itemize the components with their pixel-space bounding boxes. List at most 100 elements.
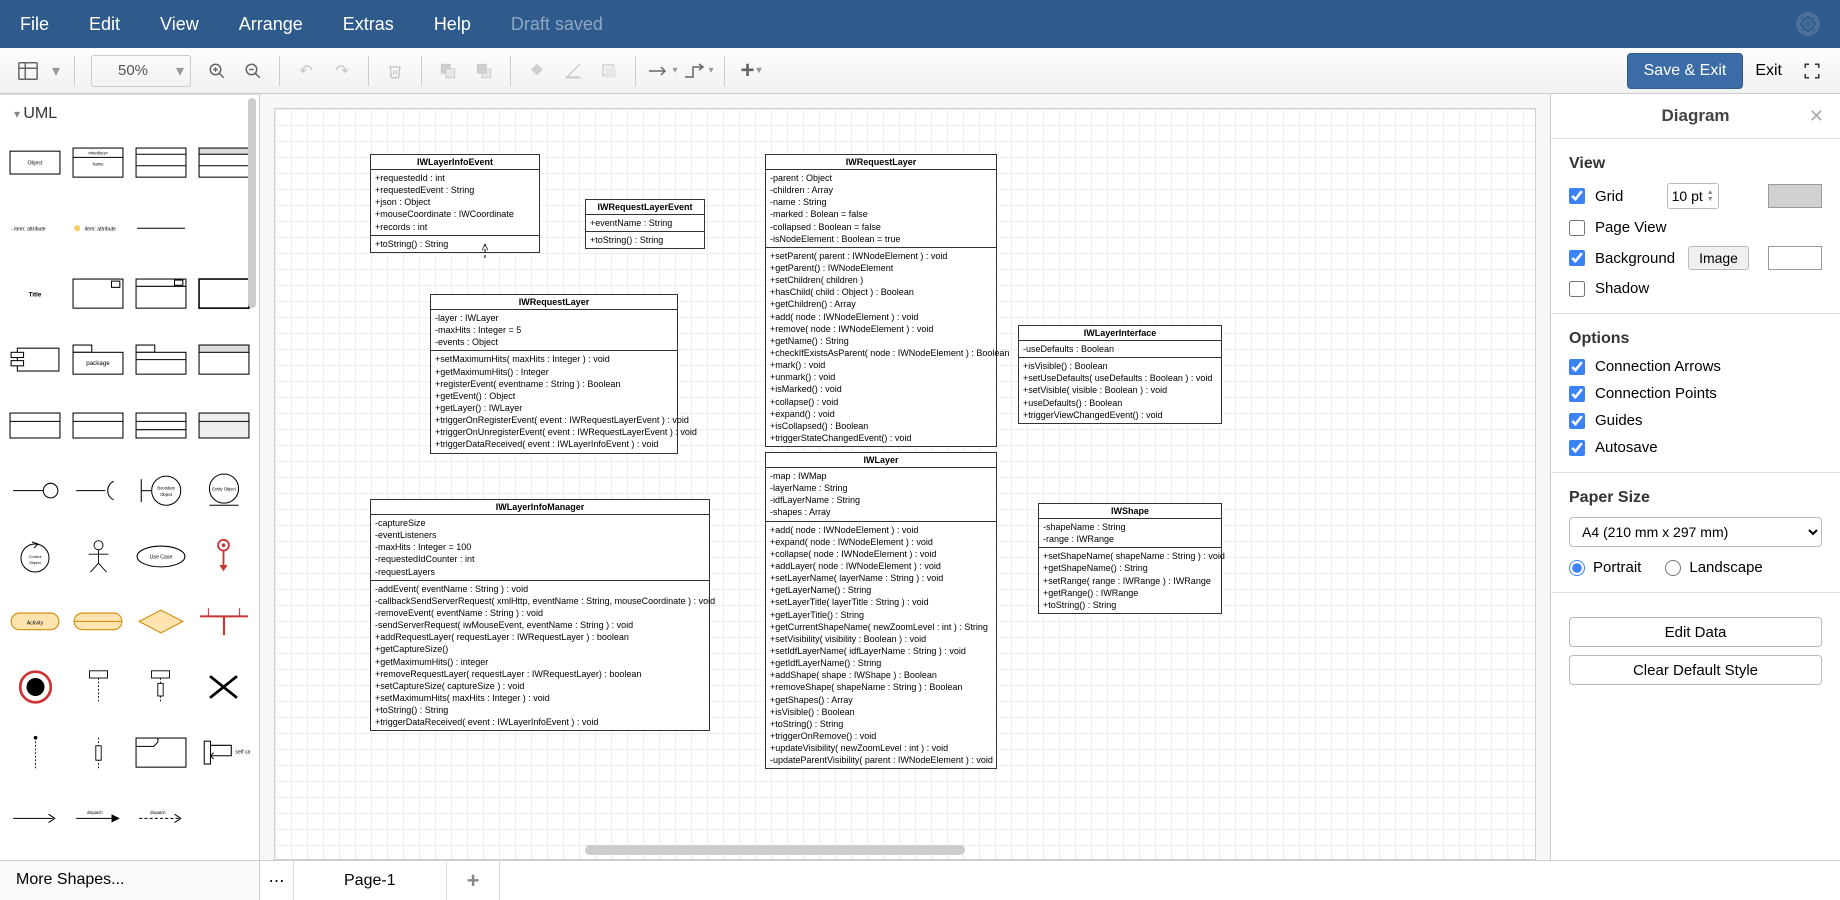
shape-start[interactable] <box>194 536 253 576</box>
tab-menu-icon[interactable]: ⋯ <box>260 861 294 900</box>
more-shapes-button[interactable]: More Shapes... <box>0 861 260 900</box>
shape-class-b1[interactable] <box>6 405 65 445</box>
menu-arrange[interactable]: Arrange <box>239 14 303 35</box>
shape-entity[interactable]: Entity Object <box>194 471 253 511</box>
exit-button[interactable]: Exit <box>1755 62 1782 80</box>
shape-category-uml[interactable]: UML <box>0 94 259 133</box>
shape-module[interactable] <box>6 340 65 380</box>
shape-selfcall[interactable]: self call <box>194 733 253 773</box>
shape-interface[interactable]: «interface»Name <box>69 143 128 183</box>
landscape-radio[interactable] <box>1665 560 1681 576</box>
shape-object[interactable]: Object <box>6 143 65 183</box>
shape-fork[interactable] <box>194 602 253 642</box>
shape-item-attr-2[interactable]: item: attribute <box>69 209 128 249</box>
settings-icon[interactable] <box>1796 12 1820 36</box>
delete-icon[interactable] <box>377 53 413 89</box>
save-exit-button[interactable]: Save & Exit <box>1627 53 1744 89</box>
portrait-radio[interactable] <box>1569 560 1585 576</box>
zoom-level[interactable]: 50% ▾ <box>91 55 191 87</box>
to-front-icon[interactable] <box>430 53 466 89</box>
add-page-button[interactable]: + <box>447 861 501 900</box>
undo-icon[interactable]: ↶ <box>288 53 324 89</box>
clear-style-button[interactable]: Clear Default Style <box>1569 655 1822 685</box>
grid-checkbox[interactable] <box>1569 188 1585 204</box>
shape-component-1[interactable] <box>69 274 128 314</box>
sidebar-dropdown-icon[interactable]: ▾ <box>46 53 66 89</box>
shape-dispatch-4[interactable] <box>194 798 253 838</box>
sidebar-scrollbar[interactable] <box>248 98 256 308</box>
uml-layer-info-manager[interactable]: IWLayerInfoManager -captureSize-eventLis… <box>370 499 710 731</box>
connection-icon[interactable]: ▾ <box>644 53 680 89</box>
fullscreen-icon[interactable] <box>1794 53 1830 89</box>
add-icon[interactable]: +▾ <box>733 53 769 89</box>
uml-request-layer-event[interactable]: IWRequestLayerEvent +eventName : String … <box>585 199 705 249</box>
waypoint-icon[interactable]: ▾ <box>680 53 716 89</box>
image-button[interactable]: Image <box>1688 246 1749 270</box>
shape-pkg-2[interactable] <box>132 340 191 380</box>
menu-file[interactable]: File <box>20 14 49 35</box>
shape-class-3[interactable] <box>132 143 191 183</box>
shape-class-4[interactable] <box>194 143 253 183</box>
canvas-h-scrollbar[interactable] <box>585 845 965 855</box>
shape-note2[interactable] <box>194 340 253 380</box>
shape-usecase[interactable]: Use Case <box>132 536 191 576</box>
grid-size-input[interactable]: 10 pt▲▼ <box>1667 183 1719 209</box>
shape-dispatch-3[interactable]: dispatch <box>132 798 191 838</box>
zoom-in-icon[interactable] <box>199 53 235 89</box>
shape-title[interactable]: Title <box>6 274 65 314</box>
shadow-icon[interactable] <box>591 53 627 89</box>
shape-frame-2[interactable] <box>132 733 191 773</box>
zoom-out-icon[interactable] <box>235 53 271 89</box>
guides-checkbox[interactable] <box>1569 413 1585 429</box>
shape-decision[interactable] <box>132 602 191 642</box>
shape-lifeline-1[interactable] <box>69 667 128 707</box>
grid-color-swatch[interactable] <box>1768 184 1822 208</box>
shape-msg-1[interactable] <box>6 733 65 773</box>
tab-page-1[interactable]: Page-1 <box>294 861 447 900</box>
uml-shape[interactable]: IWShape -shapeName : String-range : IWRa… <box>1038 503 1222 614</box>
fill-color-icon[interactable] <box>519 53 555 89</box>
shape-state[interactable] <box>69 602 128 642</box>
redo-icon[interactable]: ↷ <box>324 53 360 89</box>
uml-layer[interactable]: IWLayer -map : IWMap-layerName : String-… <box>765 452 997 769</box>
shape-destroy[interactable] <box>194 667 253 707</box>
background-checkbox[interactable] <box>1569 250 1585 266</box>
shape-class-b2[interactable] <box>69 405 128 445</box>
uml-layer-interface[interactable]: IWLayerInterface -useDefaults : Boolean … <box>1018 325 1222 424</box>
line-color-icon[interactable] <box>555 53 591 89</box>
shape-socket[interactable] <box>69 471 128 511</box>
uml-layer-info-event[interactable]: IWLayerInfoEvent +requestedId : int+requ… <box>370 154 540 253</box>
shape-lifeline-2[interactable] <box>132 667 191 707</box>
shape-boundary[interactable]: BoundaryObject <box>132 471 191 511</box>
pageview-checkbox[interactable] <box>1569 220 1585 236</box>
shape-item-attr[interactable]: - item: attribute <box>6 209 65 249</box>
canvas[interactable]: IWLayerInfoEvent +requestedId : int+requ… <box>260 94 1550 860</box>
shape-component-2[interactable] <box>132 274 191 314</box>
edit-data-button[interactable]: Edit Data <box>1569 617 1822 647</box>
background-color-swatch[interactable] <box>1768 246 1822 270</box>
autosave-checkbox[interactable] <box>1569 440 1585 456</box>
shape-dispatch-1[interactable] <box>6 798 65 838</box>
shape-activity[interactable]: Activity <box>6 602 65 642</box>
shape-msg-2[interactable] <box>69 733 128 773</box>
menu-extras[interactable]: Extras <box>343 14 394 35</box>
uml-request-layer[interactable]: IWRequestLayer -layer : IWLayer-maxHits … <box>430 294 678 454</box>
uml-request-layer-node[interactable]: IWRequestLayer -parent : Object-children… <box>765 154 997 447</box>
sidebar-toggle-icon[interactable] <box>10 53 46 89</box>
shape-actor[interactable] <box>69 536 128 576</box>
shadow-checkbox[interactable] <box>1569 281 1585 297</box>
shape-frame[interactable] <box>194 274 253 314</box>
menu-view[interactable]: View <box>160 14 199 35</box>
menu-edit[interactable]: Edit <box>89 14 120 35</box>
conn-points-checkbox[interactable] <box>1569 386 1585 402</box>
conn-arrows-checkbox[interactable] <box>1569 359 1585 375</box>
shape-empty[interactable] <box>194 209 253 249</box>
to-back-icon[interactable] <box>466 53 502 89</box>
shape-class-b3[interactable] <box>132 405 191 445</box>
close-icon[interactable]: ✕ <box>1809 106 1824 127</box>
shape-class-b4[interactable] <box>194 405 253 445</box>
shape-divider[interactable] <box>132 209 191 249</box>
menu-help[interactable]: Help <box>434 14 471 35</box>
shape-control[interactable]: ControlObject <box>6 536 65 576</box>
shape-lollipop[interactable] <box>6 471 65 511</box>
